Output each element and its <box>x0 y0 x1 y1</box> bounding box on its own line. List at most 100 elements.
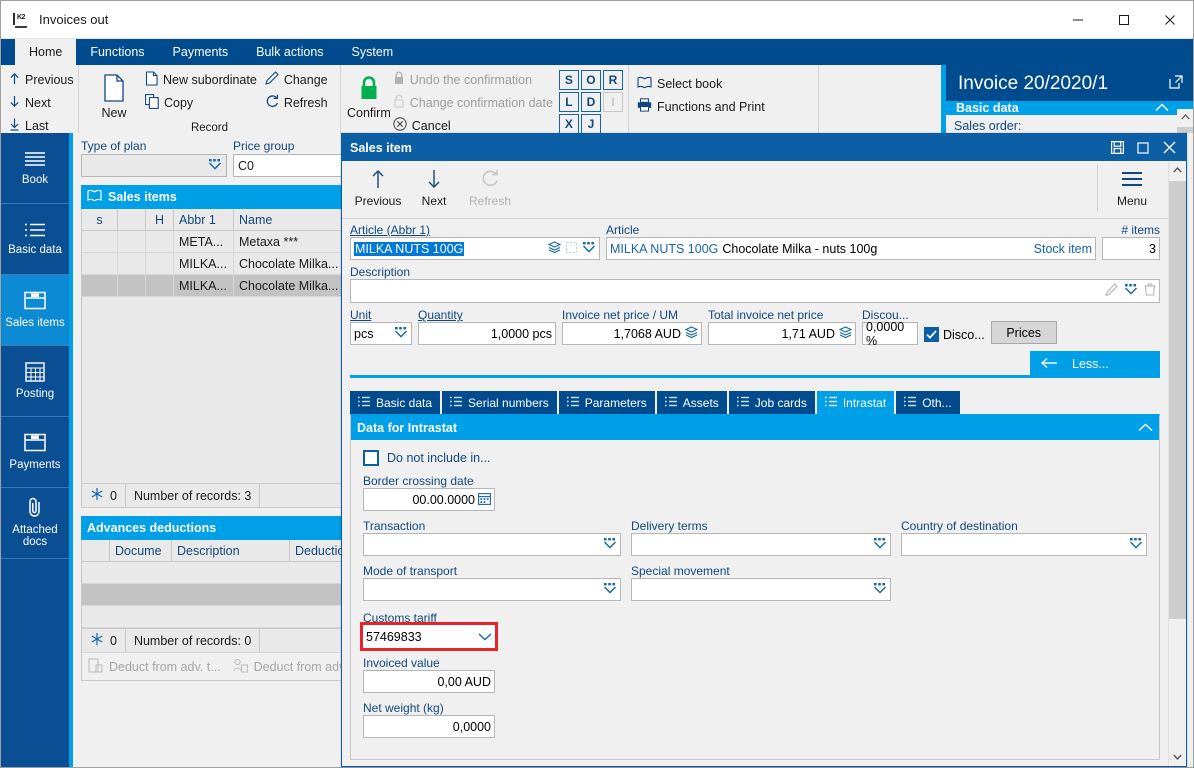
trash-icon[interactable] <box>1144 283 1156 299</box>
transaction-input[interactable] <box>363 533 621 556</box>
dialog-refresh-button[interactable]: Refresh <box>462 165 518 208</box>
do-not-include-checkbox[interactable] <box>363 450 379 466</box>
discount-input[interactable]: 0,0000 % <box>862 320 918 348</box>
letter-button-j[interactable]: J <box>580 114 601 134</box>
sidebar-item-book[interactable]: Book <box>1 133 69 204</box>
right-panel-section-basic-data[interactable]: Basic data <box>946 101 1193 115</box>
scroll-thumb[interactable] <box>1169 181 1186 619</box>
mode-of-transport-input[interactable] <box>363 578 621 601</box>
dialog-next-button[interactable]: Next <box>406 165 462 208</box>
prices-button[interactable]: Prices <box>990 321 1057 344</box>
snowflake-count[interactable]: 0 <box>82 484 126 507</box>
calendar-icon[interactable] <box>478 492 491 508</box>
lookup-dropdown-icon[interactable] <box>208 158 222 173</box>
letter-button-d[interactable]: D <box>580 92 601 112</box>
dialog-menu-button[interactable]: Menu <box>1104 165 1160 208</box>
close-button[interactable] <box>1147 1 1193 38</box>
functions-and-print-button[interactable]: Functions and Print <box>635 95 771 118</box>
lookup-dropdown-icon[interactable] <box>873 537 887 552</box>
scroll-track[interactable] <box>1169 179 1186 748</box>
type-of-plan-input[interactable] <box>81 154 227 177</box>
do-not-include-group[interactable]: Do not include in... <box>363 450 1147 466</box>
letter-button-l[interactable]: L <box>558 92 579 112</box>
items-count-input[interactable]: 3 <box>1102 237 1160 260</box>
letter-button-o[interactable]: O <box>580 70 601 90</box>
lookup-dropdown-icon[interactable] <box>1129 537 1143 552</box>
quantity-input[interactable]: 1,0000 pcs <box>418 322 556 345</box>
discount-checkbox[interactable] <box>924 327 939 342</box>
chevron-up-icon[interactable] <box>1138 421 1153 435</box>
ribbon-tab-home[interactable]: Home <box>15 39 77 65</box>
column-h[interactable]: H <box>146 209 174 230</box>
ribbon-tab-functions[interactable]: Functions <box>76 39 158 65</box>
letter-button-x[interactable]: X <box>558 114 579 134</box>
lookup-dropdown-icon[interactable] <box>603 582 617 597</box>
select-book-button[interactable]: Select book <box>635 72 771 95</box>
tab-basic-data[interactable]: Basic data <box>350 391 441 414</box>
ribbon-tab-system[interactable]: System <box>338 39 408 65</box>
undo-confirmation-button[interactable]: Undo the confirmation <box>391 68 559 91</box>
delivery-terms-input[interactable] <box>631 533 891 556</box>
maximize-icon[interactable] <box>1130 134 1156 161</box>
tab-other[interactable]: Oth... <box>896 391 960 414</box>
tab-job-cards[interactable]: Job cards <box>728 391 815 414</box>
snowflake-count[interactable]: 0 <box>82 629 126 652</box>
change-confirmation-date-button[interactable]: Change confirmation date <box>391 91 559 114</box>
description-input[interactable] <box>350 279 1160 303</box>
column-blank[interactable] <box>82 540 110 561</box>
copy-button[interactable]: Copy <box>143 91 263 114</box>
sidebar-item-sales-items[interactable]: Sales items <box>1 275 69 346</box>
minimize-button[interactable] <box>1055 1 1101 38</box>
net-price-input[interactable]: 1,7068 AUD <box>562 322 702 345</box>
close-icon[interactable] <box>1156 134 1182 161</box>
tab-assets[interactable]: Assets <box>656 391 727 414</box>
less-button[interactable]: Less... <box>1030 351 1160 377</box>
scroll-down-arrow[interactable] <box>1169 748 1186 766</box>
tab-serial-numbers[interactable]: Serial numbers <box>442 391 557 414</box>
lookup-dropdown-icon[interactable] <box>603 537 617 552</box>
column-blank[interactable] <box>118 209 146 230</box>
stack-lookup-icon[interactable] <box>547 240 562 257</box>
field-detail-icon[interactable] <box>566 241 577 256</box>
ribbon-tab-bulk-actions[interactable]: Bulk actions <box>242 39 337 65</box>
discount-checkbox-group[interactable]: Disco... <box>924 327 985 345</box>
scroll-up-arrow[interactable] <box>1169 161 1186 179</box>
total-net-price-input[interactable]: 1,71 AUD <box>708 322 856 345</box>
country-of-destination-input[interactable] <box>901 533 1147 556</box>
external-link-icon[interactable] <box>1169 73 1183 95</box>
lookup-dropdown-icon[interactable] <box>1124 284 1138 298</box>
tab-parameters[interactable]: Parameters <box>558 391 655 414</box>
sidebar-item-payments[interactable]: Payments <box>1 417 69 488</box>
right-panel-scrollbar[interactable] <box>1177 109 1193 247</box>
lookup-dropdown-icon[interactable] <box>582 241 596 256</box>
stack-lookup-icon[interactable] <box>838 325 853 342</box>
article-abbr-input[interactable]: MILKA NUTS 100G <box>350 237 600 260</box>
pencil-icon[interactable] <box>1105 283 1118 299</box>
lookup-dropdown-icon[interactable] <box>873 582 887 597</box>
new-button[interactable]: New <box>85 68 143 120</box>
column-description[interactable]: Description <box>172 540 290 561</box>
column-document[interactable]: Docume <box>110 540 172 561</box>
new-subordinate-button[interactable]: New subordinate <box>143 68 263 91</box>
tab-intrastat[interactable]: Intrastat <box>816 391 895 414</box>
deduct-from-adv-label[interactable]: Deduct from adv <box>254 660 346 674</box>
refresh-button[interactable]: Refresh <box>263 91 334 114</box>
article-input[interactable]: MILKA NUTS 100G Chocolate Milka - nuts 1… <box>606 237 1096 260</box>
previous-button[interactable]: Previous <box>7 68 80 91</box>
sidebar-item-attached-docs[interactable]: Attached docs <box>1 488 69 559</box>
change-button[interactable]: Change <box>263 68 334 91</box>
special-movement-input[interactable] <box>631 578 891 601</box>
unit-input[interactable]: pcs <box>350 322 412 345</box>
chevron-down-icon[interactable] <box>478 630 492 644</box>
stack-lookup-icon[interactable] <box>684 325 699 342</box>
scroll-up-arrow[interactable] <box>1177 109 1193 125</box>
lookup-dropdown-icon[interactable] <box>394 326 408 341</box>
next-button[interactable]: Next <box>7 91 80 114</box>
customs-tariff-input[interactable]: 57469833 <box>360 622 498 651</box>
dialog-scrollbar[interactable] <box>1168 161 1186 766</box>
invoiced-value-input[interactable]: 0,00 AUD <box>363 670 495 693</box>
column-s[interactable]: s <box>82 209 118 230</box>
deduct-from-adv-t-label[interactable]: Deduct from adv. t... <box>109 660 221 674</box>
letter-button-i[interactable]: I <box>602 92 623 112</box>
letter-button-s[interactable]: S <box>558 70 579 90</box>
